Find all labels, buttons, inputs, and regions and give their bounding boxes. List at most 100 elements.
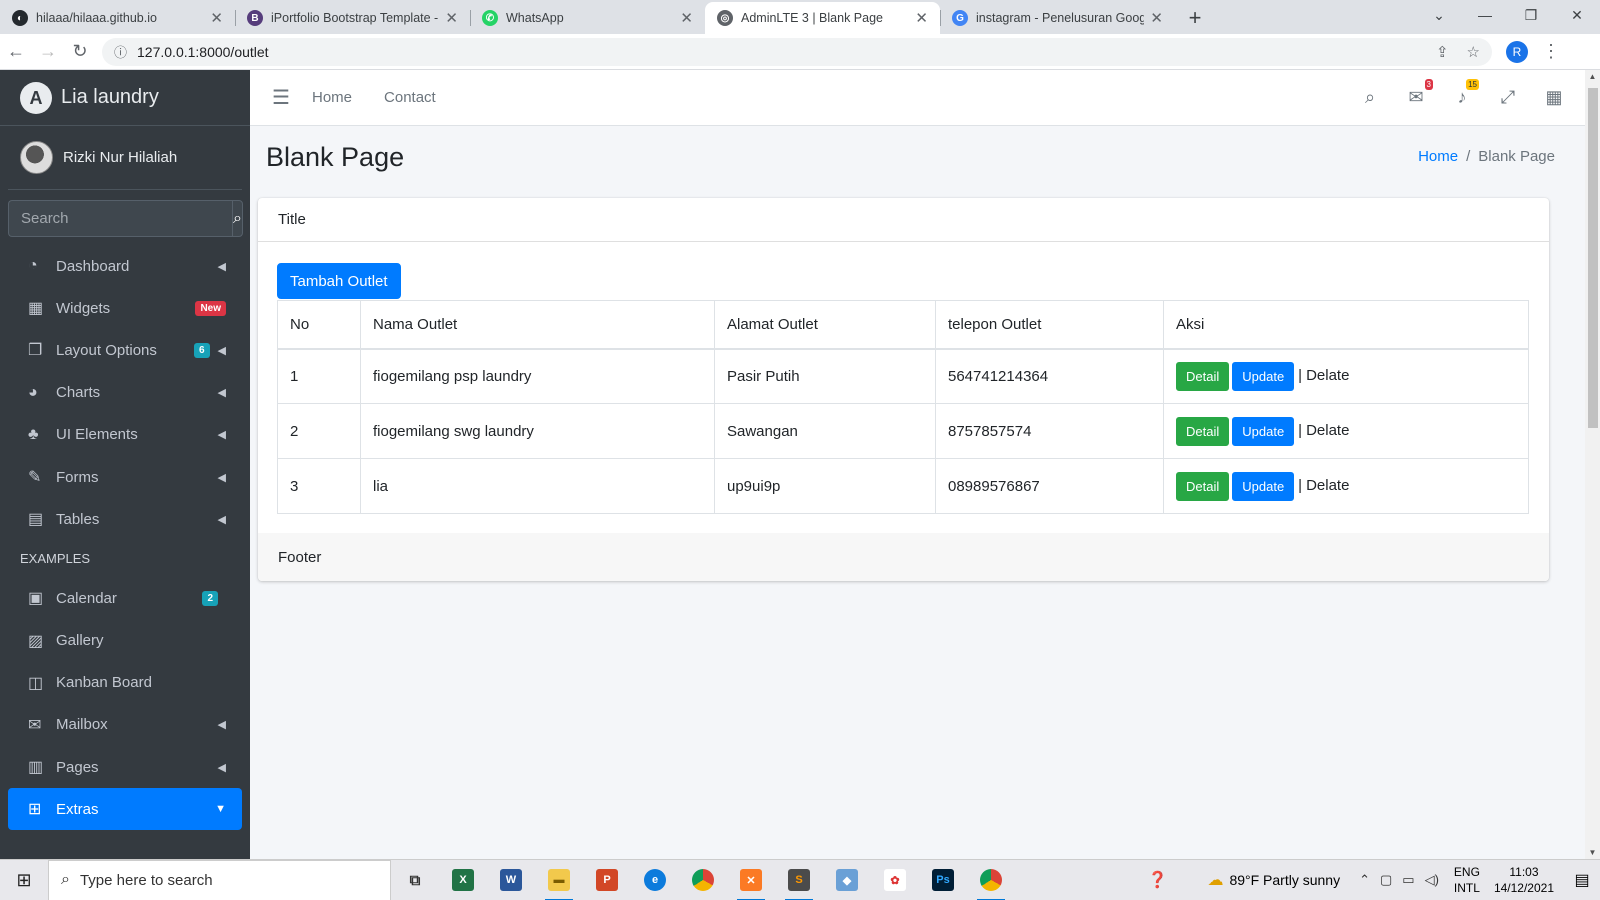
sidebar-item-ui-elements[interactable]: ♣ UI Elements ◀ [8, 414, 242, 456]
close-tab-icon[interactable]: ✕ [1150, 9, 1163, 27]
breadcrumb-home-link[interactable]: Home [1418, 148, 1458, 165]
close-tab-icon[interactable]: ✕ [445, 9, 458, 27]
weather-text[interactable]: 89°F Partly sunny [1229, 872, 1340, 888]
sidebar-item-widgets[interactable]: ▦ Widgets New [8, 287, 242, 329]
sidebar-item-label: Widgets [56, 299, 111, 317]
paint-icon[interactable]: ✿ [871, 860, 919, 900]
file-explorer-icon[interactable]: ▬ [535, 860, 583, 900]
new-tab-icon[interactable]: + [1175, 2, 1215, 34]
notifications-badge: 15 [1466, 79, 1479, 90]
notifications-bell-icon[interactable]: ♪ 15 [1439, 79, 1485, 108]
powerpoint-icon[interactable]: P [583, 860, 631, 900]
network-icon[interactable]: ▭ [1402, 872, 1414, 888]
scroll-up-icon[interactable]: ▲ [1585, 72, 1600, 81]
profile-avatar[interactable]: R [1506, 40, 1528, 63]
sidebar-item-charts[interactable]: ◕ Charts ◀ [8, 372, 242, 414]
keyboard-layout: INTL [1453, 881, 1480, 895]
github-icon: ◐ [12, 10, 28, 26]
add-outlet-button[interactable]: Tambah Outlet [277, 263, 401, 299]
sidebar-item-forms[interactable]: ✎ Forms ◀ [8, 456, 242, 498]
user-panel[interactable]: Rizki Nur Hilaliah [8, 126, 242, 190]
browser-tab[interactable]: ◐ hilaaa/hilaaa.github.io ✕ [0, 2, 235, 34]
detail-button[interactable]: Detail [1176, 471, 1230, 501]
photoshop-icon[interactable]: Ps [919, 860, 967, 900]
scrollbar-thumb[interactable] [1588, 88, 1598, 428]
notification-center-icon[interactable]: ▤ [1564, 870, 1600, 890]
volume-icon[interactable]: ◁) [1425, 872, 1439, 888]
close-tab-icon[interactable]: ✕ [680, 9, 693, 27]
chevron-up-icon[interactable]: ⌃ [1359, 872, 1370, 888]
content-wrapper: Blank Page Home / Blank Page Title Tambah … [250, 126, 1585, 859]
scroll-down-icon[interactable]: ▼ [1585, 848, 1600, 857]
column-header-alamat: Alamat Outlet [714, 300, 936, 350]
close-tab-icon[interactable]: ✕ [210, 9, 223, 27]
xampp-icon[interactable]: ✕ [727, 860, 775, 900]
hamburger-menu-icon[interactable]: ☰ [272, 85, 312, 110]
clock[interactable]: 11:03 14/12/2021 [1494, 864, 1554, 896]
browser-tab[interactable]: ◎ AdminLTE 3 | Blank Page ✕ [705, 2, 940, 34]
brand-link[interactable]: A Lia laundry [0, 70, 250, 126]
chrome-icon[interactable] [679, 860, 727, 900]
tab-search-icon[interactable]: ⌄ [1416, 0, 1462, 30]
search-icon[interactable]: ⌕ [1347, 87, 1393, 108]
virtualbox-icon[interactable]: ◆ [823, 860, 871, 900]
restore-icon[interactable]: ❐ [1508, 0, 1554, 30]
task-view-icon[interactable]: ⧉ [391, 860, 439, 900]
update-button[interactable]: Update [1232, 361, 1295, 391]
browser-menu-icon[interactable]: ⋮ [1542, 41, 1560, 62]
control-sidebar-icon[interactable]: ▦ [1531, 87, 1577, 108]
sidebar-item-mailbox[interactable]: ✉ Mailbox ◀ [8, 704, 242, 746]
chrome-profile-icon[interactable] [967, 860, 1015, 900]
edge-icon[interactable]: e [631, 860, 679, 900]
sidebar-item-gallery[interactable]: ▨ Gallery [8, 620, 242, 662]
minimize-icon[interactable]: — [1462, 0, 1508, 30]
windows-start-icon[interactable]: ⊞ [0, 870, 48, 891]
sidebar-item-pages[interactable]: ▥ Pages ◀ [8, 746, 242, 788]
delete-link[interactable]: Delate [1306, 477, 1349, 494]
detail-button[interactable]: Detail [1176, 361, 1230, 391]
sublime-text-icon[interactable]: S [775, 860, 823, 900]
share-icon[interactable]: ⇪ [1436, 43, 1449, 61]
forward-icon[interactable]: → [32, 41, 64, 62]
device-icon[interactable]: ▢ [1380, 872, 1392, 888]
delete-link[interactable]: Delate [1306, 422, 1349, 439]
help-icon[interactable]: ❓ [1148, 870, 1168, 890]
url-bar[interactable]: ⓘ 127.0.0.1:8000/outlet ⇪ ☆ [102, 37, 1492, 66]
fullscreen-icon[interactable]: ⤢ [1485, 87, 1531, 108]
cell-aksi: Detail Update | Delate [1163, 403, 1529, 459]
sidebar-item-tables[interactable]: ▤ Tables ◀ [8, 498, 242, 540]
sidebar-badge: 2 [202, 590, 218, 606]
back-icon[interactable]: ← [0, 41, 32, 62]
update-button[interactable]: Update [1232, 471, 1295, 501]
search-icon[interactable]: ⌕ [232, 200, 243, 237]
language-indicator[interactable]: ENG INTL [1454, 864, 1480, 896]
reload-icon[interactable]: ↻ [64, 41, 96, 62]
detail-button[interactable]: Detail [1176, 416, 1230, 446]
close-tab-icon[interactable]: ✕ [915, 9, 928, 27]
browser-tab[interactable]: Ginstagram - Penelusuran Google ✕ [940, 2, 1175, 34]
cell-alamat: up9ui9p [714, 458, 936, 514]
sidebar-item-layout-options[interactable]: ❐ Layout Options 6 ◀ [8, 329, 242, 371]
sidebar-item-dashboard[interactable]: ◔ Dashboard ◀ [8, 245, 242, 287]
update-button[interactable]: Update [1232, 416, 1295, 446]
sidebar-search-input[interactable] [8, 200, 232, 237]
messages-icon[interactable]: ✉ 3 [1393, 79, 1439, 108]
delete-link[interactable]: Delate [1306, 367, 1349, 384]
excel-icon[interactable]: X [439, 860, 487, 900]
sidebar-item-kanban-board[interactable]: ◫ Kanban Board [8, 662, 242, 704]
browser-tab-title: iPortfolio Bootstrap Template - In [271, 11, 440, 25]
site-info-icon[interactable]: ⓘ [114, 42, 127, 61]
page-scrollbar[interactable]: ▲ ▼ [1585, 70, 1600, 859]
browser-tab[interactable]: BiPortfolio Bootstrap Template - In ✕ [235, 2, 470, 34]
bookmark-star-icon[interactable]: ☆ [1467, 43, 1480, 61]
nav-link-contact[interactable]: Contact [384, 89, 436, 106]
sidebar-item-extras[interactable]: ⊞ Extras ▼ [8, 788, 242, 831]
browser-tab[interactable]: ✆ WhatsApp ✕ [470, 2, 705, 34]
sidebar-item-calendar[interactable]: ▣ Calendar 2 [8, 577, 242, 619]
word-icon[interactable]: W [487, 860, 535, 900]
close-icon[interactable]: ✕ [1554, 0, 1600, 30]
sidebar-badge: New [195, 300, 226, 316]
plus-square-icon: ⊞ [28, 801, 42, 819]
nav-link-home[interactable]: Home [312, 89, 352, 106]
taskbar-search[interactable]: ⌕ Type here to search [48, 859, 391, 900]
